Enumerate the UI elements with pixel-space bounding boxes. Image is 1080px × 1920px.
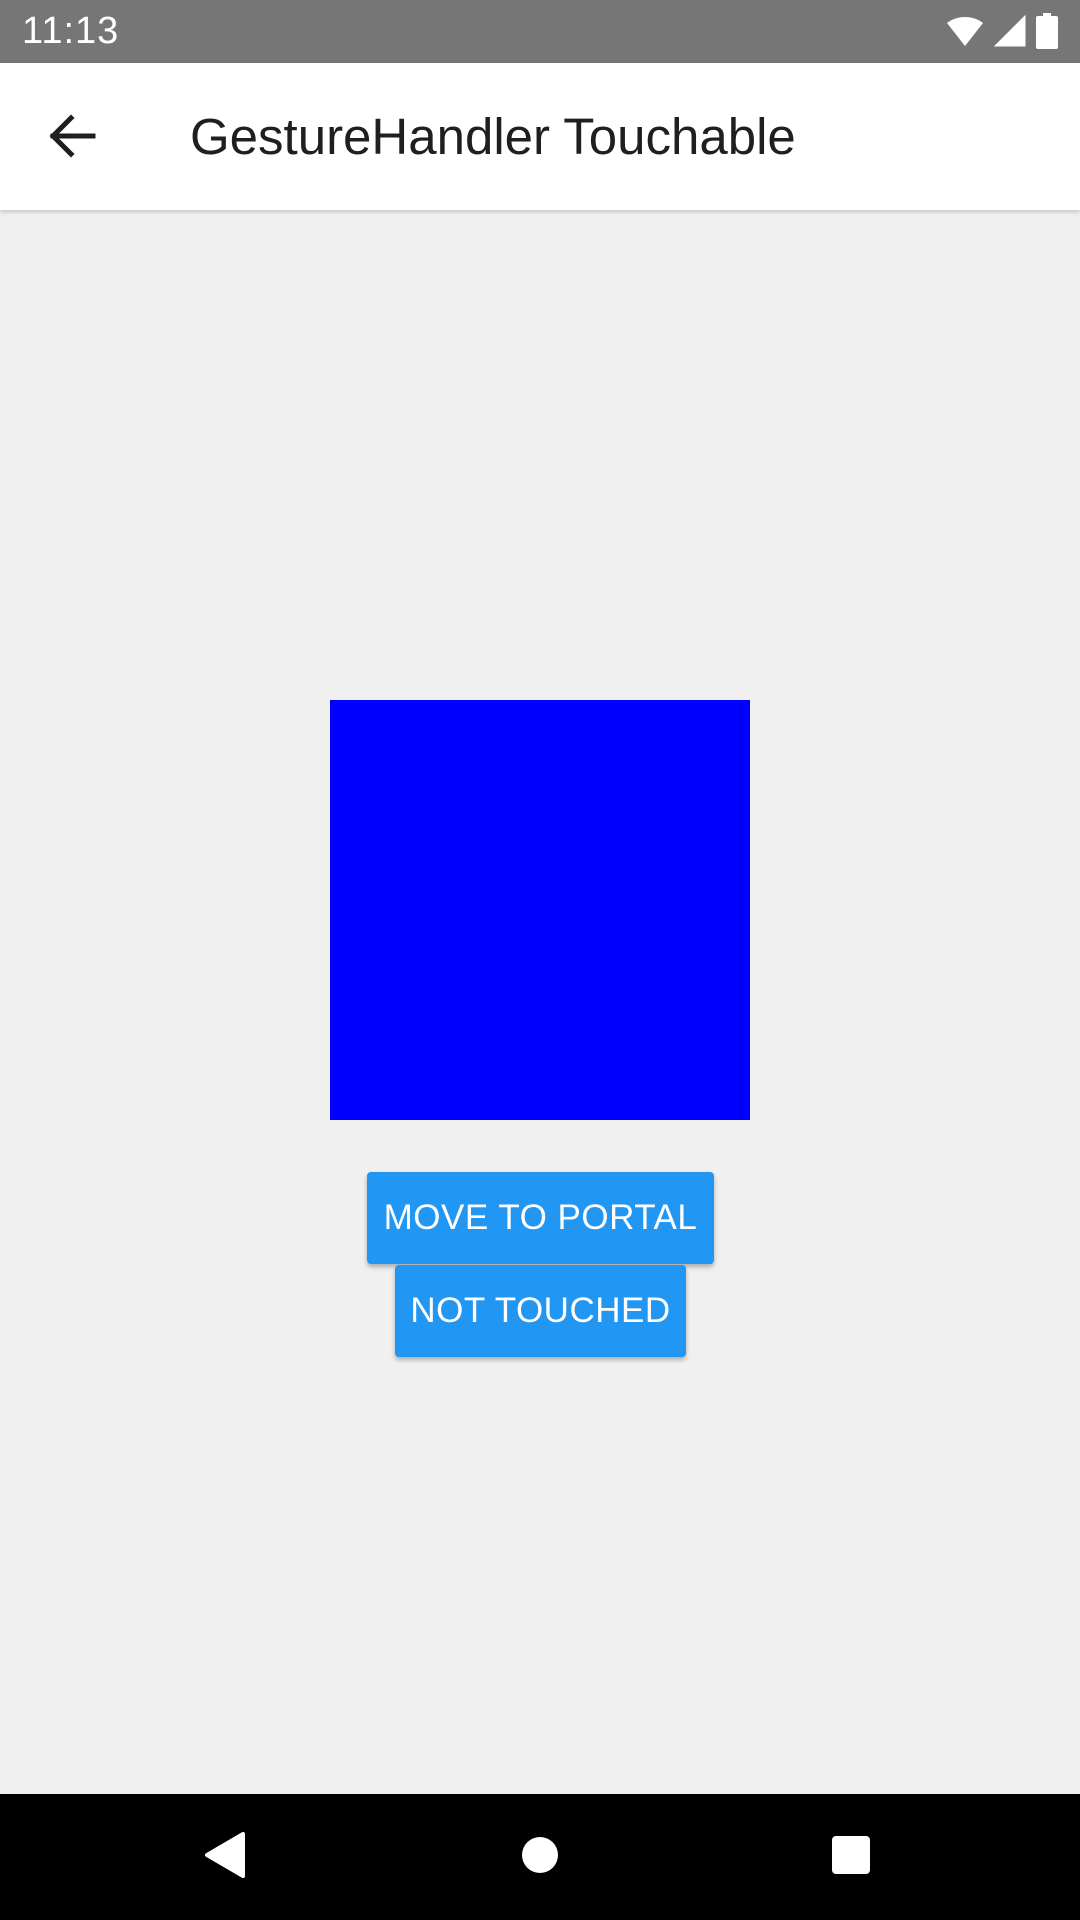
status-bar: 11:13: [0, 0, 1080, 63]
move-to-portal-label: MOVE TO PORTAL: [383, 1198, 698, 1237]
page-title: GestureHandler Touchable: [190, 108, 796, 165]
nav-recents-button[interactable]: [811, 1817, 891, 1897]
not-touched-label: NOT TOUCHED: [410, 1291, 671, 1330]
not-touched-button[interactable]: NOT TOUCHED: [395, 1265, 686, 1357]
app-bar: GestureHandler Touchable: [0, 63, 1080, 210]
battery-icon: [1036, 13, 1058, 49]
signal-icon: [994, 15, 1026, 47]
nav-home-button[interactable]: [500, 1817, 580, 1897]
home-circle-icon: [520, 1835, 560, 1880]
wifi-icon: [946, 15, 984, 47]
blue-box[interactable]: [330, 700, 750, 1120]
status-time: 11:13: [22, 10, 120, 52]
back-triangle-icon: [203, 1831, 247, 1884]
screen: 11:13 GestureHandler Touchable MOVE TO P…: [0, 0, 1080, 1920]
move-to-portal-button[interactable]: MOVE TO PORTAL: [367, 1172, 714, 1264]
nav-back-button[interactable]: [185, 1817, 265, 1897]
status-icons: [946, 12, 1058, 50]
recents-square-icon: [831, 1835, 871, 1880]
back-button[interactable]: [30, 96, 114, 180]
arrow-back-icon: [47, 113, 97, 163]
nav-bar: [0, 1794, 1080, 1920]
